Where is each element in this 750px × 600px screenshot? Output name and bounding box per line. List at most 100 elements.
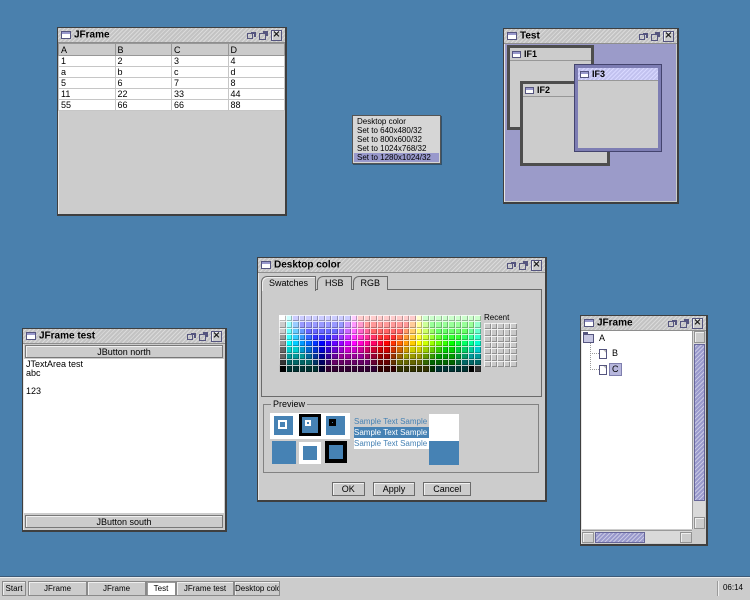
table-cell[interactable]: 8 — [227, 77, 285, 89]
preview-swatch-1 — [274, 416, 293, 435]
table-cell[interactable]: 22 — [114, 88, 172, 100]
task-button-test[interactable]: Test — [146, 581, 176, 596]
apply-button[interactable]: Apply — [372, 482, 416, 496]
scrollbar-thumb[interactable] — [595, 532, 645, 543]
swatches-panel: Recent — [261, 289, 542, 397]
internal-frame-titlebar[interactable]: IF3 — [578, 68, 658, 81]
dialog-button-bar: OK Apply Cancel — [258, 482, 545, 496]
leaf-icon — [599, 364, 607, 375]
preview-legend: Preview — [271, 399, 308, 409]
tab-hsb[interactable]: HSB — [317, 276, 352, 290]
north-button[interactable]: JButton north — [25, 345, 223, 358]
minimize-icon[interactable] — [507, 261, 516, 270]
scroll-right-icon[interactable] — [680, 532, 692, 543]
close-icon[interactable] — [663, 30, 674, 42]
minimize-icon[interactable] — [668, 319, 677, 328]
scrollbar-corner — [692, 530, 705, 543]
table-cell[interactable]: 66 — [114, 99, 172, 111]
textarea-line: 123 — [26, 386, 42, 396]
window-icon — [261, 261, 271, 269]
table-cell[interactable]: 66 — [171, 99, 229, 111]
task-button-desktop-color[interactable]: Desktop color — [234, 581, 280, 596]
textarea[interactable]: JTextArea test abc 123 — [24, 359, 224, 513]
recent-swatch-cell[interactable] — [510, 360, 517, 368]
table-cell[interactable]: a — [58, 66, 116, 78]
table-cell[interactable]: 55 — [58, 99, 116, 111]
sample-text-line-3: Sample Text Sample Text — [354, 438, 444, 449]
task-button-jframe-1[interactable]: JFrame — [28, 581, 87, 596]
maximize-icon[interactable] — [519, 260, 528, 270]
scrollbar-thumb[interactable] — [694, 344, 705, 501]
context-menu: Desktop color Set to 640x480/32 Set to 8… — [352, 115, 441, 164]
menu-item-1024x768[interactable]: Set to 1024x768/32 — [354, 144, 439, 153]
table-cell[interactable]: 11 — [58, 88, 116, 100]
titlebar[interactable]: Desktop color — [258, 258, 545, 273]
titlebar[interactable]: JFrame — [58, 28, 285, 43]
window-title: Test — [520, 30, 540, 41]
close-icon[interactable] — [271, 29, 282, 41]
ok-button[interactable]: OK — [331, 482, 365, 496]
table-cell[interactable]: 33 — [171, 88, 229, 100]
preview-swatch-2 — [299, 414, 321, 436]
table-cell[interactable]: 7 — [171, 77, 229, 89]
cancel-button[interactable]: Cancel — [423, 482, 472, 496]
table-cell[interactable]: b — [114, 66, 172, 78]
menu-item-640x480[interactable]: Set to 640x480/32 — [354, 126, 439, 135]
close-icon[interactable] — [531, 259, 542, 271]
minimize-icon[interactable] — [187, 332, 196, 341]
column-header[interactable]: A — [58, 43, 116, 56]
maximize-icon[interactable] — [651, 31, 660, 41]
table-cell[interactable]: d — [227, 66, 285, 78]
test-frame-window: Test IF1 IF2 — [503, 28, 679, 204]
task-button-jframe-test[interactable]: JFrame test — [176, 581, 234, 596]
tab-rgb[interactable]: RGB — [352, 276, 389, 290]
internal-frame-title: IF3 — [592, 69, 606, 79]
tree-node-a[interactable]: A — [583, 332, 607, 345]
table-cell[interactable]: 6 — [114, 77, 172, 89]
table-row: 11 22 33 44 — [58, 88, 285, 100]
internal-frame-if3[interactable]: IF3 — [575, 65, 661, 151]
scroll-down-icon[interactable] — [694, 517, 705, 529]
table-row: 1 2 3 4 — [58, 55, 285, 67]
tree-node-b[interactable]: B — [599, 347, 620, 360]
tab-swatches[interactable]: Swatches — [261, 276, 317, 291]
internal-frame-title: IF1 — [524, 49, 538, 59]
table-cell[interactable]: 44 — [227, 88, 285, 100]
titlebar[interactable]: Test — [504, 29, 677, 44]
swatch-cell[interactable] — [474, 365, 481, 372]
south-button[interactable]: JButton south — [25, 515, 223, 528]
table-cell[interactable]: 4 — [227, 55, 285, 67]
titlebar[interactable]: JFrame test — [23, 329, 225, 344]
scroll-left-icon[interactable] — [582, 532, 594, 543]
tree-connector — [590, 369, 599, 370]
vertical-scrollbar[interactable] — [692, 331, 705, 529]
task-button-jframe-2[interactable]: JFrame — [87, 581, 146, 596]
menu-item-800x600[interactable]: Set to 800x600/32 — [354, 135, 439, 144]
table-cell[interactable]: c — [171, 66, 229, 78]
table-cell[interactable]: 5 — [58, 77, 116, 89]
tree-node-c[interactable]: C — [599, 363, 622, 376]
maximize-icon[interactable] — [680, 318, 689, 328]
column-header[interactable]: B — [114, 43, 172, 56]
start-button[interactable]: Start — [2, 581, 26, 596]
tree-view: A B C — [582, 331, 692, 529]
window-title: Desktop color — [274, 259, 341, 270]
minimize-icon[interactable] — [639, 32, 648, 41]
scroll-up-icon[interactable] — [694, 331, 705, 343]
table-cell[interactable]: 88 — [227, 99, 285, 111]
column-header[interactable]: C — [171, 43, 229, 56]
minimize-icon[interactable] — [247, 31, 256, 40]
internal-frame-titlebar[interactable]: IF1 — [510, 48, 591, 61]
titlebar[interactable]: JFrame — [581, 316, 706, 331]
close-icon[interactable] — [692, 317, 703, 329]
close-icon[interactable] — [211, 330, 222, 342]
maximize-icon[interactable] — [199, 331, 208, 341]
table-cell[interactable]: 2 — [114, 55, 172, 67]
column-header[interactable]: D — [227, 43, 285, 56]
menu-item-desktop-color[interactable]: Desktop color — [354, 117, 439, 126]
horizontal-scrollbar[interactable] — [582, 530, 692, 543]
menu-item-1280x1024[interactable]: Set to 1280x1024/32 — [354, 153, 439, 162]
table-cell[interactable]: 1 — [58, 55, 116, 67]
maximize-icon[interactable] — [259, 30, 268, 40]
table-cell[interactable]: 3 — [171, 55, 229, 67]
